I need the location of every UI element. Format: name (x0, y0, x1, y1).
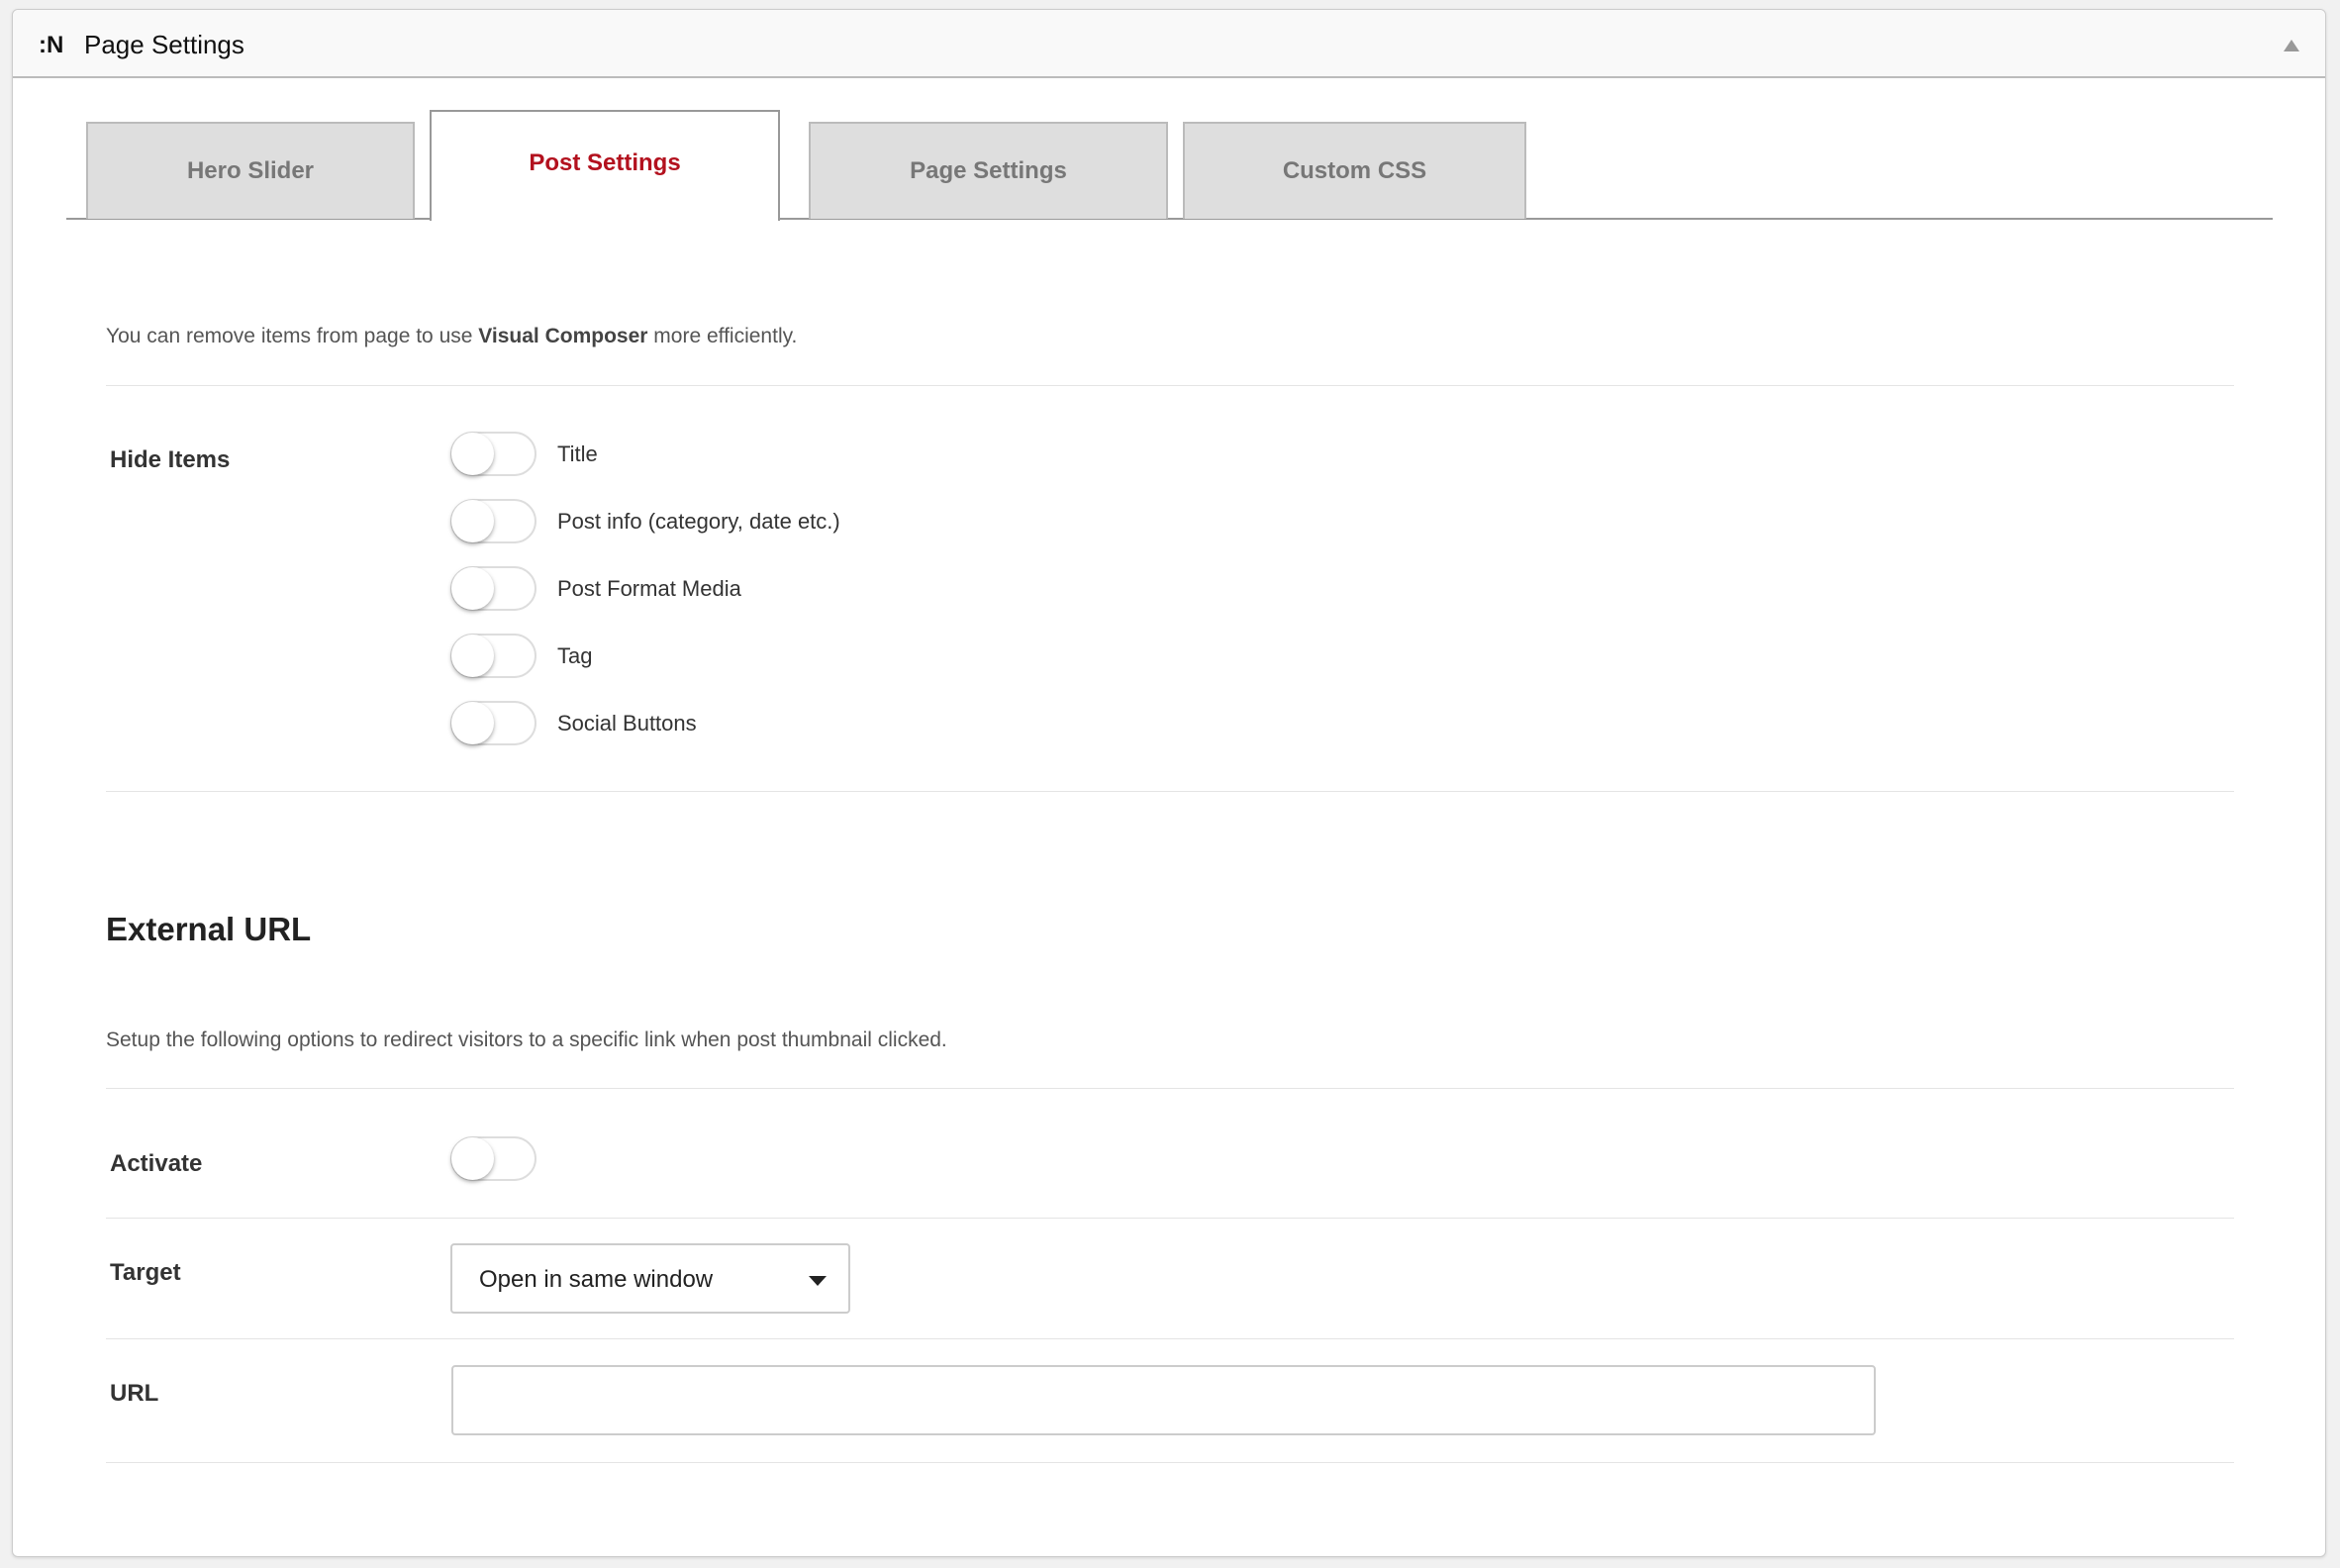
intro-bold: Visual Composer (478, 325, 648, 347)
toggle-hide-tag[interactable] (450, 634, 536, 678)
toggle-knob (451, 702, 494, 744)
toggle-knob (451, 500, 494, 542)
toggle-knob (451, 433, 494, 475)
post-settings-intro: You can remove items from page to use Vi… (106, 325, 797, 348)
divider (106, 385, 2234, 386)
divider (106, 1338, 2234, 1339)
toggle-knob (451, 635, 494, 677)
toggle-hide-post-info[interactable] (450, 499, 536, 543)
toggle-label: Post Format Media (557, 576, 741, 601)
tab-post-settings[interactable]: Post Settings (430, 110, 780, 221)
toggle-label: Post info (category, date etc.) (557, 509, 840, 534)
hide-items-label: Hide Items (110, 446, 231, 473)
divider (106, 1462, 2234, 1463)
toggle-label: Title (557, 441, 598, 466)
target-label: Target (110, 1259, 181, 1286)
divider (106, 1088, 2234, 1089)
intro-text: You can remove items from page to use (106, 325, 479, 347)
activate-label: Activate (110, 1150, 203, 1177)
toggle-knob (451, 1137, 494, 1180)
logo-icon: :N (39, 32, 64, 58)
toggle-knob (451, 567, 494, 610)
tab-hero-slider[interactable]: Hero Slider (86, 122, 415, 219)
panel-title: Page Settings (84, 30, 244, 59)
panel-header[interactable]: :N Page Settings (13, 10, 2325, 78)
divider (106, 1218, 2234, 1219)
external-url-heading: External URL (106, 911, 312, 947)
toggle-hide-title[interactable] (450, 432, 536, 476)
divider (106, 791, 2234, 792)
intro-text-suffix: more efficiently. (647, 325, 798, 347)
caret-down-icon (809, 1276, 827, 1286)
toggle-hide-social-buttons[interactable] (450, 701, 536, 745)
toggle-activate[interactable] (450, 1136, 536, 1181)
toggle-hide-post-format-media[interactable] (450, 566, 536, 611)
url-label: URL (110, 1380, 159, 1407)
page-settings-panel: :N Page Settings Hero Slider Post Settin… (12, 9, 2326, 1557)
external-url-description: Setup the following options to redirect … (106, 1029, 947, 1051)
tab-custom-css[interactable]: Custom CSS (1183, 122, 1526, 219)
triangle-up-icon[interactable] (2284, 40, 2299, 51)
toggle-label: Social Buttons (557, 711, 697, 735)
target-select-value: Open in same window (479, 1266, 714, 1293)
tab-page-settings[interactable]: Page Settings (809, 122, 1168, 219)
toggle-label: Tag (557, 643, 593, 668)
target-select[interactable]: Open in same window (450, 1243, 850, 1314)
url-input[interactable] (451, 1365, 1876, 1435)
